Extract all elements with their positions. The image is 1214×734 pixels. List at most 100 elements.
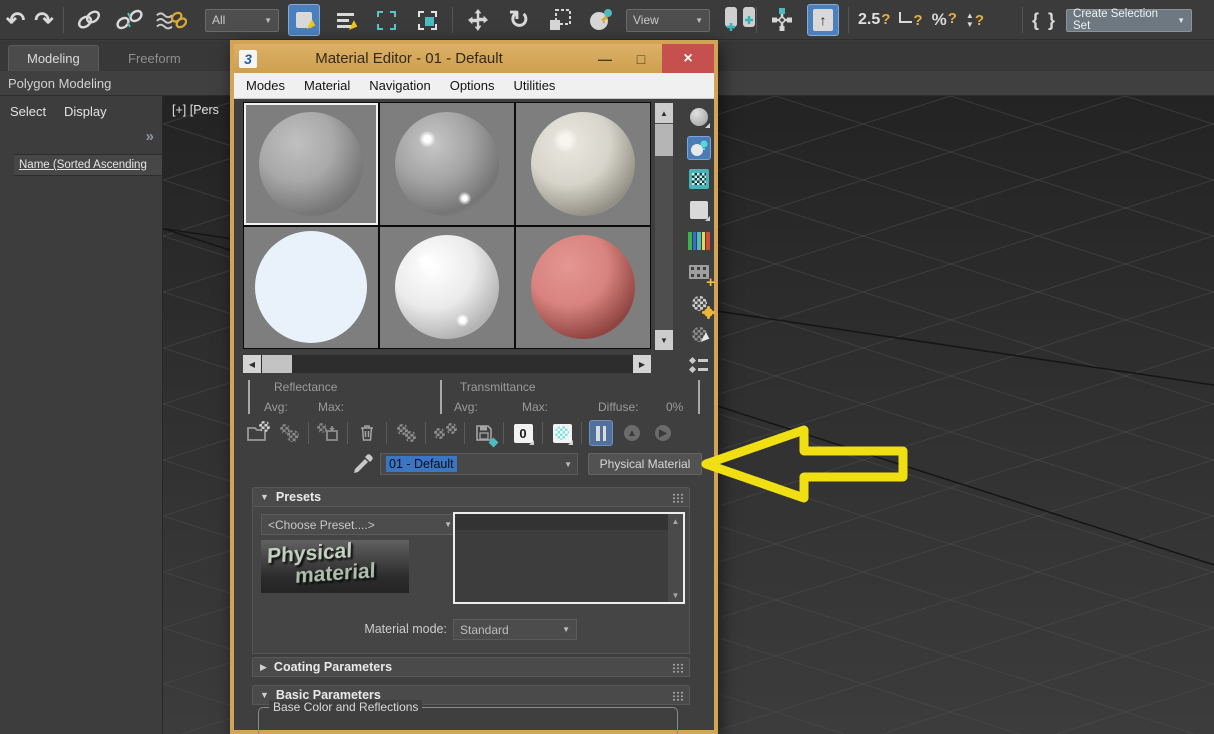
slot-horizontal-scrollbar[interactable]: ◀ ▶ — [243, 355, 651, 373]
toolbar-separator — [1022, 7, 1023, 33]
sample-uv-tiling-button[interactable] — [687, 198, 711, 222]
sample-slot-1[interactable] — [244, 103, 378, 225]
select-object-button[interactable] — [288, 4, 320, 36]
select-by-name-button[interactable] — [329, 4, 361, 36]
material-map-navigator-button[interactable] — [687, 353, 711, 377]
slot-vertical-scrollbar[interactable]: ▲ ▼ — [655, 103, 673, 350]
selection-filter-value: All — [212, 13, 226, 27]
scroll-up-button[interactable]: ▲ — [668, 514, 683, 528]
background-button[interactable] — [687, 167, 711, 191]
select-and-manipulate-button[interactable] — [766, 4, 798, 36]
sample-slot-4[interactable] — [244, 226, 378, 348]
select-and-place-button[interactable] — [585, 4, 617, 36]
keyboard-shortcut-override-button[interactable]: ↑ — [807, 4, 839, 36]
show-end-result-button[interactable] — [589, 420, 613, 446]
sample-slot-6[interactable] — [516, 226, 650, 348]
scroll-up-button[interactable]: ▲ — [655, 103, 673, 123]
material-sphere — [395, 111, 499, 216]
reset-material-button[interactable] — [355, 420, 379, 446]
put-to-library-button[interactable] — [472, 420, 499, 448]
scroll-down-button[interactable]: ▼ — [668, 588, 683, 602]
explorer-menu-select[interactable]: Select — [10, 104, 46, 119]
angle-snap-toggle-button[interactable]: ? — [899, 11, 923, 29]
scrollbar-thumb[interactable] — [655, 124, 673, 156]
tab-modeling[interactable]: Modeling — [8, 45, 99, 71]
selection-filter-dropdown[interactable]: All ▼ — [205, 8, 279, 32]
scroll-left-button[interactable]: ◀ — [243, 355, 261, 373]
pick-material-eyedropper-icon[interactable] — [352, 453, 374, 475]
menu-navigation[interactable]: Navigation — [369, 78, 430, 93]
material-editor-menubar: Modes Material Navigation Options Utilit… — [234, 73, 714, 99]
undo-icon[interactable]: ↶ — [6, 8, 25, 32]
bind-to-space-warp-icon[interactable] — [155, 4, 187, 36]
toolbar-separator — [452, 7, 453, 33]
percent-snap-toggle-button[interactable]: % ? — [932, 10, 957, 30]
backlight-button[interactable] — [687, 136, 711, 160]
tab-freeform[interactable]: Freeform — [110, 45, 199, 71]
sample-slot-2[interactable] — [380, 103, 514, 225]
maximize-button[interactable]: □ — [628, 44, 654, 73]
sample-slot-3[interactable] — [516, 103, 650, 225]
drag-grip-icon[interactable] — [672, 493, 684, 503]
rollout-coating-parameters-header[interactable]: ▶ Coating Parameters — [252, 657, 690, 677]
material-mode-label: Material mode: — [364, 622, 447, 636]
scroll-down-button[interactable]: ▼ — [655, 330, 673, 350]
material-id-channel-button[interactable]: 0 — [511, 420, 535, 446]
material-editor-titlebar[interactable]: 3 Material Editor - 01 - Default — □ × — [234, 44, 714, 73]
rollout-presets-header[interactable]: ▼ Presets — [252, 487, 690, 507]
edit-named-selection-sets-button[interactable]: { } — [1032, 10, 1057, 31]
drag-grip-icon[interactable] — [672, 691, 684, 701]
preset-description-box[interactable]: ▲ ▼ — [453, 512, 685, 604]
scroll-right-button[interactable]: ▶ — [633, 355, 651, 373]
toolbar-separator — [464, 422, 465, 444]
menu-options[interactable]: Options — [450, 78, 495, 93]
options-button[interactable] — [687, 291, 713, 317]
create-selection-set-dropdown[interactable]: Create Selection Set ▼ — [1066, 8, 1193, 32]
select-and-link-icon[interactable] — [73, 4, 105, 36]
reference-coordinate-dropdown[interactable]: View ▼ — [626, 8, 710, 32]
video-color-check-button[interactable] — [687, 229, 711, 253]
material-sphere — [531, 235, 635, 340]
put-material-to-scene-button[interactable] — [277, 420, 301, 446]
drag-grip-icon[interactable] — [672, 663, 684, 673]
snaps-toggle-button[interactable]: 2.5 ? — [858, 11, 890, 29]
explorer-column-header[interactable]: Name (Sorted Ascending — [14, 154, 162, 176]
sample-type-button[interactable] — [687, 105, 711, 129]
close-button[interactable]: × — [662, 44, 714, 73]
select-and-rotate-button[interactable]: ↻ — [503, 4, 535, 36]
menu-utilities[interactable]: Utilities — [514, 78, 556, 93]
scrollbar-thumb[interactable] — [262, 355, 292, 373]
material-tools-row: 0 ▲ ▶ — [246, 419, 675, 448]
material-type-button[interactable]: Physical Material — [588, 453, 702, 475]
window-crossing-toggle-button[interactable] — [411, 4, 443, 36]
material-mode-dropdown[interactable]: Standard ▼ — [453, 619, 577, 640]
rectangular-selection-region-button[interactable] — [370, 4, 402, 36]
spinner-snap-toggle-button[interactable]: ▲ ▼ ? — [966, 11, 984, 29]
annotation-arrow-left-icon — [701, 425, 908, 503]
go-forward-to-sibling-button[interactable]: ▶ — [651, 420, 675, 446]
viewport-label[interactable]: [+] [Pers — [172, 103, 219, 117]
make-material-copy-button[interactable] — [394, 420, 418, 446]
make-unique-button[interactable] — [433, 420, 457, 446]
select-by-material-button[interactable] — [687, 322, 712, 346]
select-and-move-button[interactable] — [462, 4, 494, 36]
redo-icon[interactable]: ↷ — [34, 8, 53, 32]
select-and-scale-button[interactable] — [544, 4, 576, 36]
sample-slot-5[interactable] — [380, 226, 514, 348]
reflectance-max-label: Max: — [318, 400, 345, 414]
assign-material-to-selection-button[interactable] — [316, 420, 340, 446]
menu-modes[interactable]: Modes — [246, 78, 285, 93]
minimize-button[interactable]: — — [592, 44, 618, 73]
go-to-parent-button[interactable]: ▲ — [620, 420, 644, 446]
make-preview-button[interactable]: + — [687, 260, 715, 290]
menu-material[interactable]: Material — [304, 78, 350, 93]
sample-slot-palette — [243, 102, 651, 349]
expand-chevrons-icon[interactable]: » — [146, 128, 154, 145]
description-scrollbar[interactable]: ▲ ▼ — [668, 514, 683, 602]
unlink-selection-icon[interactable] — [114, 4, 146, 36]
show-shaded-material-in-viewport-button[interactable] — [550, 420, 574, 446]
choose-preset-dropdown[interactable]: <Choose Preset....> ▼ — [261, 514, 459, 535]
get-material-button[interactable] — [246, 420, 270, 446]
explorer-menu-display[interactable]: Display — [64, 104, 107, 119]
material-name-dropdown[interactable]: 01 - Default ▼ — [380, 453, 578, 475]
